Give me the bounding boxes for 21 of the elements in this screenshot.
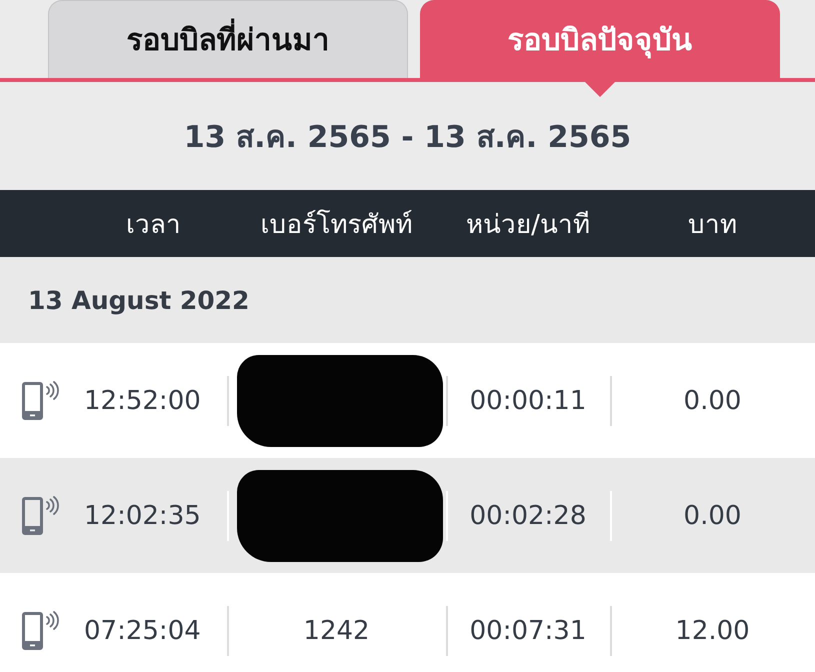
call-time: 12:52:00 [84, 386, 201, 416]
mobile-phone-icon [20, 610, 62, 652]
tab[interactable]: รอบบิลปัจจุบัน [420, 0, 780, 78]
call-charge: 12.00 [675, 616, 750, 646]
call-charge: 0.00 [684, 386, 742, 416]
call-duration: 00:00:11 [470, 386, 586, 416]
column-header: เวลา [126, 209, 181, 242]
date-heading: 13 August 2022 [28, 286, 250, 314]
call-time: 12:02:35 [84, 500, 201, 530]
call-duration: 00:02:28 [470, 500, 586, 530]
call-time: 07:25:04 [84, 616, 201, 646]
mobile-phone-icon [20, 494, 62, 536]
phone-number: 1242 [303, 616, 370, 646]
call-charge: 0.00 [684, 500, 742, 530]
mobile-phone-icon [20, 380, 62, 422]
billing-period: 13 ส.ค. 2565 - 13 ส.ค. 2565 [184, 118, 632, 156]
call-duration: 00:07:31 [470, 616, 586, 646]
tab[interactable]: รอบบิลที่ผ่านมา [48, 0, 408, 78]
column-header: หน่วย/นาที [466, 209, 590, 242]
column-header: เบอร์โทรศัพท์ [260, 208, 412, 242]
column-header: บาท [688, 209, 737, 242]
